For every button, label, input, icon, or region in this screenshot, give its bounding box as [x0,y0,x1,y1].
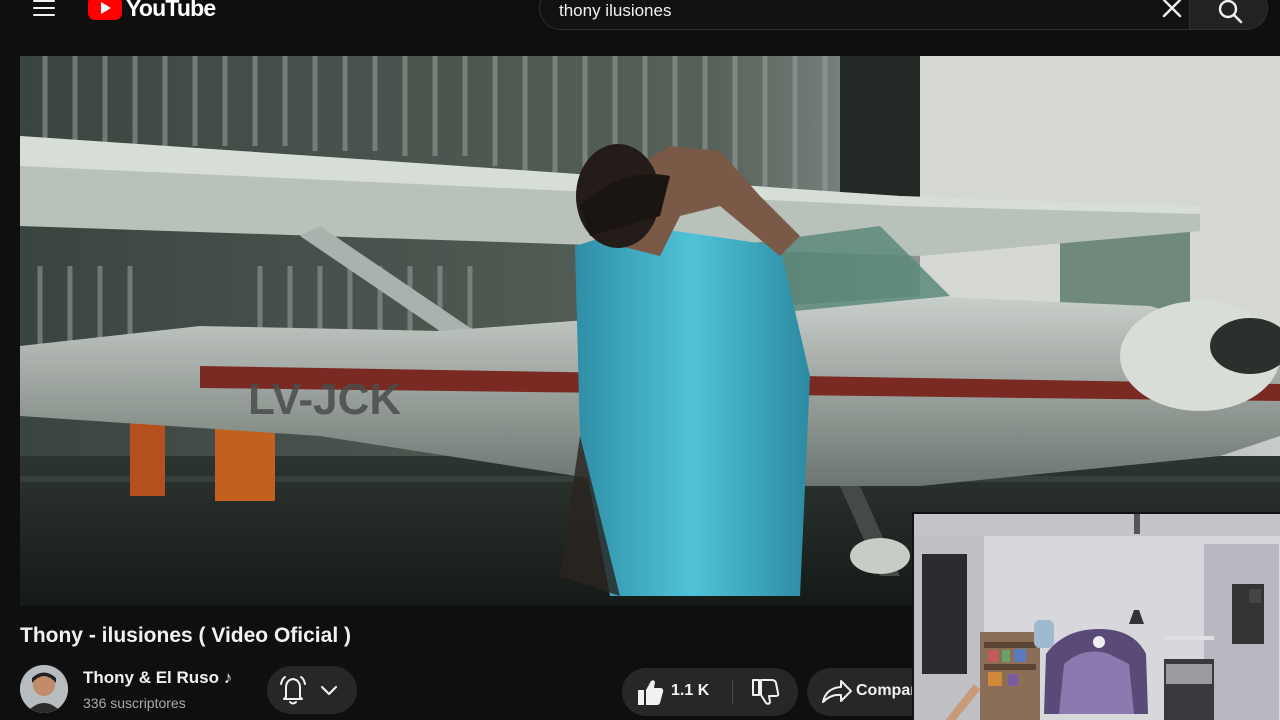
channel-name[interactable]: Thony & El Ruso ♪ [83,668,232,688]
dislike-button[interactable] [733,668,798,716]
video-title: Thony - ilusiones ( Video Oficial ) [20,624,351,647]
top-bar: YouTube [0,0,1280,40]
thumbs-up-icon [638,680,664,705]
search-button[interactable] [1190,0,1268,30]
like-count: 1.1 K [671,682,710,699]
plane-registration: LV-JCK [248,375,401,424]
close-icon[interactable] [1158,0,1186,22]
search-input[interactable] [559,0,1119,24]
subscription-bell-button[interactable] [267,666,357,714]
thumbs-down-icon [752,679,780,705]
like-dislike-group: 1.1 K [622,668,798,716]
chevron-down-icon [320,685,338,696]
webcam-overlay [912,512,1280,720]
search-box [539,0,1190,30]
like-button[interactable]: 1.1 K [622,668,732,716]
hamburger-icon[interactable] [30,0,58,24]
subscriber-count: 336 suscriptores [83,695,186,711]
youtube-logo[interactable]: YouTube [88,0,216,22]
webcam-frame [914,514,1280,720]
avatar[interactable] [20,665,68,713]
bell-icon [280,676,306,705]
search-icon [1218,0,1243,24]
logo-text: YouTube [126,0,216,21]
play-logo-icon [88,0,122,20]
share-arrow-icon [822,680,852,703]
